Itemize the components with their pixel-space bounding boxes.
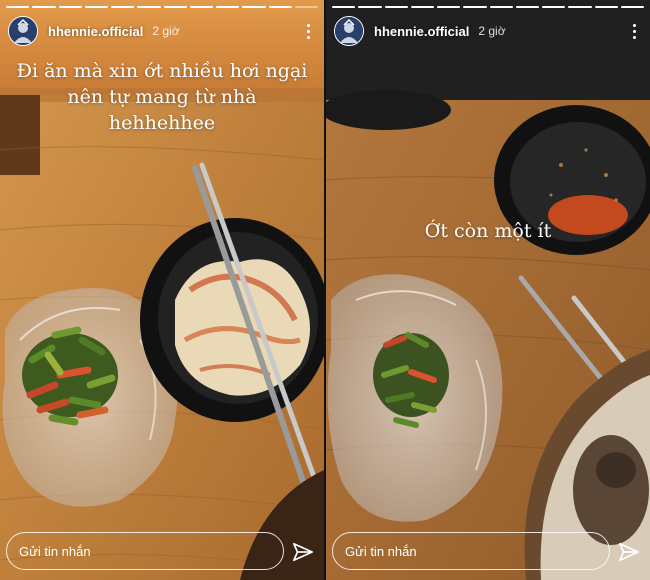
more-vertical-icon[interactable] bbox=[626, 21, 642, 41]
avatar-image bbox=[9, 17, 37, 45]
avatar[interactable] bbox=[8, 16, 38, 46]
progress-segment bbox=[242, 6, 266, 8]
progress-segment bbox=[6, 6, 30, 8]
story-progress-bar bbox=[332, 6, 644, 8]
reply-input[interactable]: Gửi tin nhắn bbox=[6, 532, 284, 570]
send-icon[interactable] bbox=[292, 541, 314, 563]
progress-segment bbox=[358, 6, 382, 8]
story-photo-leftover-chilies bbox=[326, 0, 650, 580]
story-caption: Đi ăn mà xin ớt nhiều hơi ngại nên tự ma… bbox=[16, 60, 308, 134]
story-progress-bar bbox=[6, 6, 318, 8]
progress-segment bbox=[84, 6, 108, 8]
story-left[interactable]: hhennie.official 2 giờ Đi ăn mà xin ớt n… bbox=[0, 0, 324, 580]
username[interactable]: hhennie.official bbox=[48, 24, 143, 39]
progress-segment bbox=[437, 6, 461, 8]
story-timestamp: 2 giờ bbox=[152, 24, 180, 38]
progress-segment bbox=[294, 6, 318, 8]
progress-segment bbox=[515, 6, 539, 8]
progress-segment bbox=[410, 6, 434, 8]
progress-segment bbox=[111, 6, 135, 8]
progress-segment bbox=[568, 6, 592, 8]
avatar[interactable] bbox=[334, 16, 364, 46]
progress-segment bbox=[594, 6, 618, 8]
username[interactable]: hhennie.official bbox=[374, 24, 469, 39]
story-right[interactable]: hhennie.official 2 giờ Ớt còn một ít Gửi… bbox=[326, 0, 650, 580]
progress-segment bbox=[137, 6, 161, 8]
progress-segment bbox=[268, 6, 292, 8]
send-icon[interactable] bbox=[618, 541, 640, 563]
avatar-image bbox=[335, 17, 363, 45]
progress-segment bbox=[163, 6, 187, 8]
progress-segment bbox=[216, 6, 240, 8]
progress-segment bbox=[384, 6, 408, 8]
more-vertical-icon[interactable] bbox=[300, 21, 316, 41]
progress-segment bbox=[332, 6, 356, 8]
reply-input[interactable]: Gửi tin nhắn bbox=[332, 532, 610, 570]
progress-segment bbox=[542, 6, 566, 8]
story-timestamp: 2 giờ bbox=[478, 24, 506, 38]
progress-segment bbox=[189, 6, 213, 8]
progress-segment bbox=[58, 6, 82, 8]
story-caption: Ớt còn một ít bbox=[424, 220, 552, 242]
progress-segment bbox=[32, 6, 56, 8]
reply-placeholder: Gửi tin nhắn bbox=[345, 543, 417, 559]
reply-placeholder: Gửi tin nhắn bbox=[19, 543, 91, 559]
progress-segment bbox=[489, 6, 513, 8]
story-viewer: hhennie.official 2 giờ Đi ăn mà xin ớt n… bbox=[0, 0, 650, 580]
story-header: hhennie.official 2 giờ bbox=[334, 14, 642, 48]
story-header: hhennie.official 2 giờ bbox=[8, 14, 316, 48]
progress-segment bbox=[620, 6, 644, 8]
progress-segment bbox=[463, 6, 487, 8]
